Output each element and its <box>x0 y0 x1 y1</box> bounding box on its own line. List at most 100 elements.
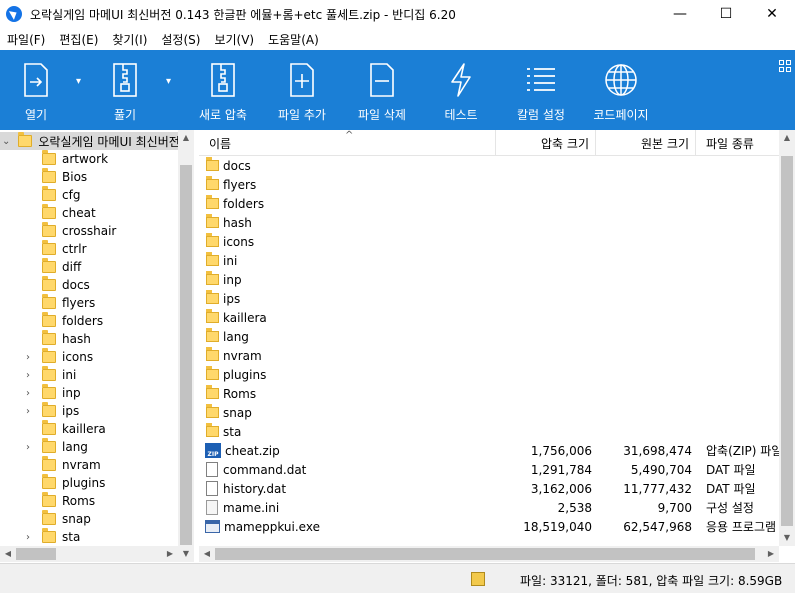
tree-item[interactable]: › lang <box>0 438 178 456</box>
extract-dropdown-icon[interactable]: ▾ <box>166 76 171 87</box>
tree-item[interactable]: docs <box>0 276 178 294</box>
expand-icon[interactable]: › <box>22 388 34 399</box>
menu-edit[interactable]: 편집(E) <box>52 31 105 48</box>
folder-icon <box>206 385 219 399</box>
file-row[interactable]: mameppkui.exe 18,519,040 62,547,968 응용 프로그램 <box>199 517 795 536</box>
menu-find[interactable]: 찾기(I) <box>105 31 154 48</box>
codepage-button[interactable]: 코드페이지 <box>588 50 654 130</box>
scroll-thumb[interactable] <box>180 165 192 545</box>
scroll-thumb[interactable] <box>16 548 56 560</box>
open-dropdown-icon[interactable]: ▾ <box>76 76 81 87</box>
file-row[interactable]: icons <box>199 232 795 251</box>
tree-item[interactable]: › ips <box>0 402 178 420</box>
delete-file-button[interactable]: 파일 삭제 <box>352 50 412 130</box>
tree-vertical-scrollbar[interactable]: ▲ ▼ <box>178 130 194 562</box>
tree-item[interactable]: plugins <box>0 474 178 492</box>
menu-file[interactable]: 파일(F) <box>0 31 52 48</box>
file-row[interactable]: mame.ini 2,538 9,700 구성 설정 <box>199 498 795 517</box>
expand-icon[interactable]: › <box>22 352 34 363</box>
tree-item[interactable]: flyers <box>0 294 178 312</box>
folder-icon <box>42 150 56 165</box>
file-row[interactable]: docs <box>199 156 795 175</box>
file-row[interactable]: lang <box>199 327 795 346</box>
file-row[interactable]: Roms <box>199 384 795 403</box>
scroll-thumb[interactable] <box>781 156 793 526</box>
scroll-up-icon[interactable]: ▲ <box>779 130 795 146</box>
scroll-thumb[interactable] <box>215 548 755 560</box>
file-type: DAT 파일 <box>706 482 756 496</box>
add-file-label: 파일 추가 <box>278 108 326 122</box>
scroll-left-icon[interactable]: ◀ <box>199 546 215 562</box>
add-file-button[interactable]: 파일 추가 <box>272 50 332 130</box>
new-archive-button[interactable]: 새로 압축 <box>192 50 254 130</box>
file-row[interactable]: ZIP cheat.zip 1,756,006 31,698,474 압축(ZIP) 파… <box>199 441 795 460</box>
expand-icon[interactable]: › <box>22 370 34 381</box>
tree-item[interactable]: › inp <box>0 384 178 402</box>
column-settings-button[interactable]: 칼럼 설정 <box>510 50 572 130</box>
scroll-right-icon[interactable]: ▶ <box>162 546 178 562</box>
tree-item[interactable]: cheat <box>0 204 178 222</box>
expand-icon[interactable]: › <box>22 442 34 453</box>
list-vertical-scrollbar[interactable]: ▲ ▼ <box>779 130 795 546</box>
expand-icon[interactable]: › <box>22 406 34 417</box>
tree-item[interactable]: nvram <box>0 456 178 474</box>
scroll-right-icon[interactable]: ▶ <box>763 546 779 562</box>
scroll-left-icon[interactable]: ◀ <box>0 546 16 562</box>
file-row[interactable]: kaillera <box>199 308 795 327</box>
file-row[interactable]: history.dat 3,162,006 11,777,432 DAT 파일 <box>199 479 795 498</box>
file-original-size: 11,777,432 <box>623 481 692 496</box>
scroll-down-icon[interactable]: ▼ <box>779 530 795 546</box>
tree-item[interactable]: Roms <box>0 492 178 510</box>
tree-item[interactable]: diff <box>0 258 178 276</box>
file-row[interactable]: hash <box>199 213 795 232</box>
tree-item[interactable]: snap <box>0 510 178 528</box>
tree-item[interactable]: › ini <box>0 366 178 384</box>
file-row[interactable]: sta <box>199 422 795 441</box>
file-name: Roms <box>223 386 257 401</box>
file-row[interactable]: ini <box>199 251 795 270</box>
test-button[interactable]: 테스트 <box>438 50 484 130</box>
file-row[interactable]: flyers <box>199 175 795 194</box>
menu-help[interactable]: 도움말(A) <box>261 31 326 48</box>
tree-item[interactable]: artwork <box>0 150 178 168</box>
minimize-button[interactable]: — <box>657 0 703 28</box>
file-row[interactable]: ips <box>199 289 795 308</box>
tree-item[interactable]: crosshair <box>0 222 178 240</box>
tree-item[interactable]: › icons <box>0 348 178 366</box>
folder-icon <box>42 384 56 399</box>
tree-item[interactable]: cfg <box>0 186 178 204</box>
scroll-up-icon[interactable]: ▲ <box>178 130 194 146</box>
expand-icon[interactable]: › <box>22 532 34 543</box>
tree-item[interactable]: ctrlr <box>0 240 178 258</box>
open-button[interactable]: 열기 <box>14 50 58 130</box>
maximize-button[interactable]: ☐ <box>703 0 749 28</box>
menu-view[interactable]: 보기(V) <box>207 31 261 48</box>
tree-item[interactable]: Bios <box>0 168 178 186</box>
tree-item[interactable]: folders <box>0 312 178 330</box>
file-row[interactable]: folders <box>199 194 795 213</box>
column-compressed-size[interactable]: 압축 크기 <box>496 130 596 156</box>
tree-item[interactable]: kaillera <box>0 420 178 438</box>
collapse-icon[interactable]: ⌄ <box>2 136 10 147</box>
layout-grid-icon[interactable] <box>779 60 791 75</box>
tree-item[interactable]: hash <box>0 330 178 348</box>
file-name: icons <box>223 234 255 249</box>
file-name: docs <box>223 158 251 173</box>
tree-item-label: ini <box>62 368 77 382</box>
file-row[interactable]: command.dat 1,291,784 5,490,704 DAT 파일 <box>199 460 795 479</box>
tree-item[interactable]: › sta <box>0 528 178 546</box>
scroll-down-icon[interactable]: ▼ <box>178 546 194 562</box>
file-row[interactable]: plugins <box>199 365 795 384</box>
extract-button[interactable]: 풀기 <box>102 50 148 130</box>
menu-settings[interactable]: 설정(S) <box>154 31 207 48</box>
file-row[interactable]: snap <box>199 403 795 422</box>
tree-root[interactable]: ⌄ 오락실게임 마메UI 최신버전 <box>0 132 180 150</box>
folder-icon <box>206 290 219 304</box>
list-horizontal-scrollbar[interactable]: ◀ ▶ <box>199 546 779 562</box>
column-original-size[interactable]: 원본 크기 <box>596 130 696 156</box>
close-button[interactable]: ✕ <box>749 0 795 28</box>
file-row[interactable]: inp <box>199 270 795 289</box>
tree-horizontal-scrollbar[interactable]: ◀ ▶ <box>0 546 178 562</box>
file-row[interactable]: nvram <box>199 346 795 365</box>
file-original-size: 5,490,704 <box>630 462 692 477</box>
